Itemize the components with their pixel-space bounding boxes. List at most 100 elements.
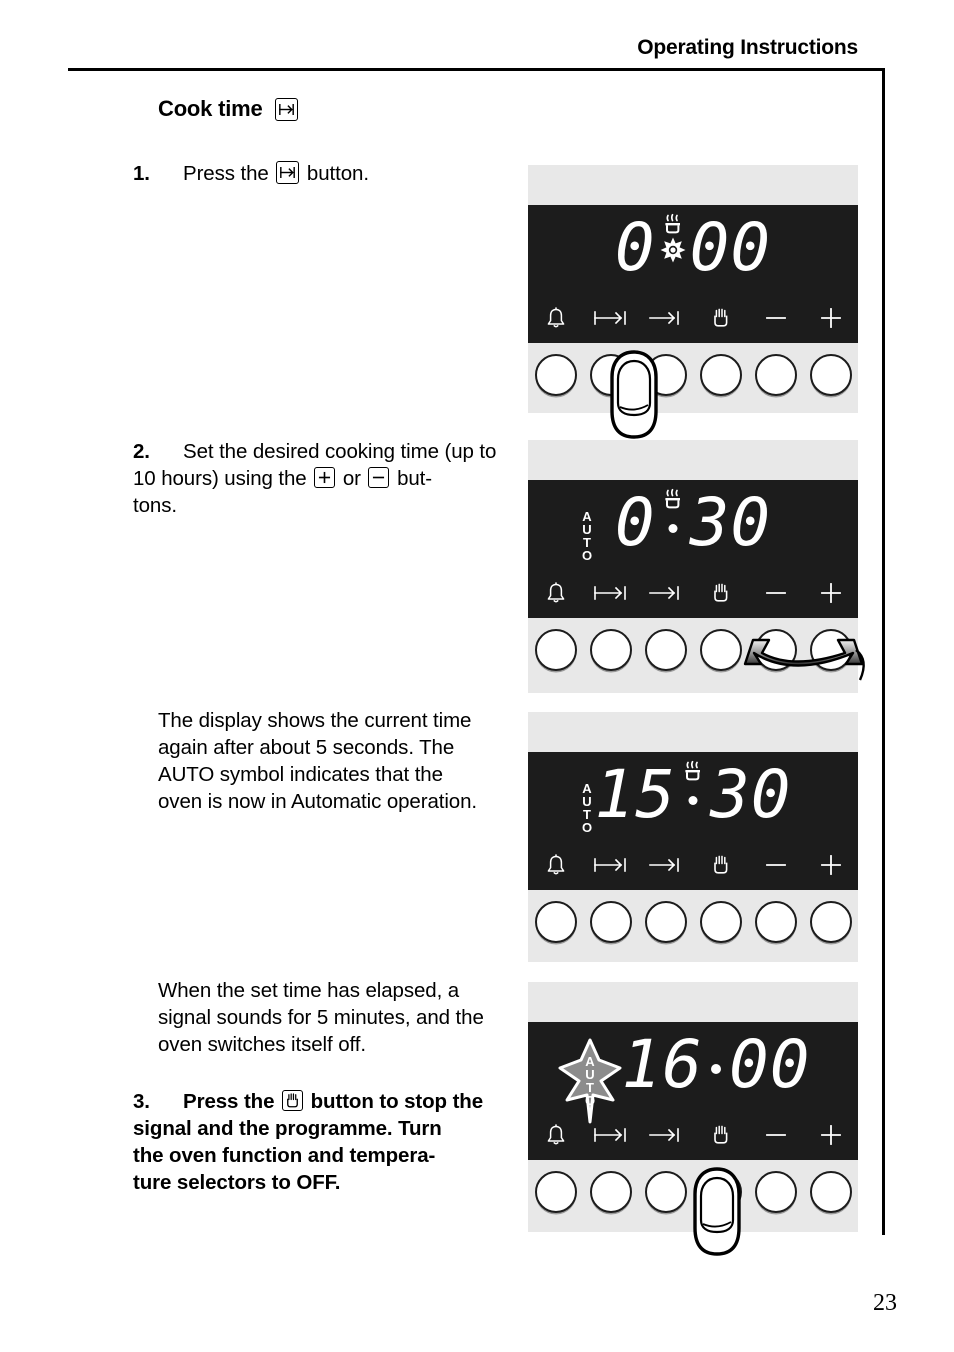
lcd-separator-dot xyxy=(703,1028,729,1102)
panel-icon-row xyxy=(528,578,858,608)
step-2-line-2b: or xyxy=(342,467,361,490)
panel-button-plus[interactable] xyxy=(803,629,858,671)
step-3: 3. Press the button to stop the signal an… xyxy=(133,1088,518,1196)
panel-button-plus[interactable] xyxy=(803,1171,858,1213)
lcd-digit: 5 xyxy=(635,756,676,833)
section-title-text: Cook time xyxy=(158,96,263,121)
step-2-line-3: tons. xyxy=(133,494,177,517)
lcd-digit: 0 xyxy=(614,484,656,561)
panel-button-end-time[interactable] xyxy=(638,1171,693,1213)
steam-pot-icon xyxy=(685,760,700,781)
step-2-line-2c: but- xyxy=(397,467,433,490)
lcd-digit: 0 xyxy=(729,1026,770,1103)
panel-button-row xyxy=(528,1160,858,1256)
panel-display: 0 0 0 xyxy=(528,205,858,343)
note-1-line-2: again after about 5 seconds. The xyxy=(158,736,455,759)
panel-icon-row xyxy=(528,850,858,880)
panel-button-cook-time[interactable] xyxy=(583,629,638,671)
control-panel-figure-1: 0 0 0 xyxy=(528,165,858,439)
lcd-digit: 3 xyxy=(689,484,731,561)
step-3-line-4: ture selectors to OFF. xyxy=(133,1171,341,1194)
heat-burst-icon xyxy=(660,237,686,263)
panel-button-end-time[interactable] xyxy=(638,901,693,943)
lcd-readout: 0 3 0 xyxy=(528,486,858,560)
panel-button-cook-time[interactable] xyxy=(583,1171,638,1213)
lcd-separator-steam-dot xyxy=(656,486,690,560)
bell-icon xyxy=(528,853,583,877)
panel-button-minus[interactable] xyxy=(748,901,803,943)
panel-button-bell[interactable] xyxy=(528,629,583,671)
plus-icon xyxy=(314,467,336,488)
panel-top-strip xyxy=(528,440,858,480)
note-1-line-4: oven is now in Automatic operation. xyxy=(158,790,477,813)
panel-button-row xyxy=(528,343,858,439)
panel-button-cook-time[interactable] xyxy=(583,901,638,943)
panel-button-bell[interactable] xyxy=(528,354,583,396)
plus-icon xyxy=(803,853,858,877)
panel-display: A U T O 1 6 0 0 xyxy=(528,1022,858,1160)
lcd-digit: 0 xyxy=(750,756,792,833)
lcd-digit: 0 xyxy=(614,209,656,286)
plus-icon xyxy=(803,1123,858,1147)
lcd-digit: 3 xyxy=(710,756,751,833)
panel-button-plus[interactable] xyxy=(803,354,858,396)
panel-button-cook-time[interactable] xyxy=(583,354,638,396)
lcd-separator-steam-dot xyxy=(676,758,710,832)
panel-button-bell[interactable] xyxy=(528,901,583,943)
hand-stop-icon xyxy=(693,853,748,877)
panel-button-hand-stop[interactable] xyxy=(693,629,748,671)
panel-button-minus[interactable] xyxy=(748,1171,803,1213)
step-1-number: 1. xyxy=(133,162,150,185)
steam-pot-icon xyxy=(665,213,680,234)
lcd-readout: 1 5 3 0 xyxy=(528,758,858,832)
note-2-line-1: When the set time has elapsed, a xyxy=(158,979,460,1002)
step-1-text-before: Press the xyxy=(183,162,269,185)
panel-button-bell[interactable] xyxy=(528,1171,583,1213)
lcd-digit: 0 xyxy=(730,209,772,286)
panel-icon-row xyxy=(528,303,858,333)
note-2-line-3: oven switches itself off. xyxy=(158,1033,366,1056)
lcd-digit: 1 xyxy=(594,756,636,833)
panel-display: A U T O 1 5 3 0 xyxy=(528,752,858,890)
panel-top-strip xyxy=(528,165,858,205)
step-1: 1. Press the button. xyxy=(133,160,518,187)
step-2-line-1: Set the desired cooking time (up to xyxy=(183,440,497,463)
page-number: 23 xyxy=(873,1290,897,1316)
end-time-icon xyxy=(638,855,693,875)
panel-icon-row xyxy=(528,1120,858,1150)
control-panel-figure-4: A U T O 1 6 0 0 xyxy=(528,982,858,1256)
minus-icon xyxy=(748,855,803,875)
lcd-digit: 0 xyxy=(689,209,731,286)
cook-time-icon xyxy=(276,161,300,184)
cook-time-icon xyxy=(583,308,638,328)
note-2-line-2: signal sounds for 5 minutes, and the xyxy=(158,1006,484,1029)
panel-button-minus[interactable] xyxy=(748,354,803,396)
cook-time-icon xyxy=(583,583,638,603)
panel-button-end-time[interactable] xyxy=(638,354,693,396)
panel-button-row xyxy=(528,618,865,693)
end-time-icon xyxy=(638,308,693,328)
steam-pot-icon xyxy=(665,488,680,509)
panel-top-strip xyxy=(528,982,858,1022)
cook-time-icon xyxy=(583,1125,638,1145)
control-panel-figure-2: A U T O 0 3 0 xyxy=(528,440,865,693)
minus-icon xyxy=(368,467,390,488)
step-3-text-before: Press the xyxy=(183,1090,275,1113)
panel-button-hand-stop[interactable] xyxy=(693,1171,748,1213)
lcd-readout: 0 0 0 xyxy=(528,211,858,285)
bell-icon xyxy=(528,1123,583,1147)
panel-button-hand-stop[interactable] xyxy=(693,901,748,943)
minus-icon xyxy=(748,1125,803,1145)
panel-button-end-time[interactable] xyxy=(638,629,693,671)
end-time-icon xyxy=(638,1125,693,1145)
step-1-text-after: button. xyxy=(306,162,369,185)
step-2: 2. Set the desired cooking time (up to 10… xyxy=(133,438,518,519)
panel-button-hand-stop[interactable] xyxy=(693,354,748,396)
end-time-icon xyxy=(638,583,693,603)
plus-icon xyxy=(803,306,858,330)
note-2: When the set time has elapsed, a signal … xyxy=(158,977,518,1058)
step-3-line-1-after: button to stop the xyxy=(310,1090,484,1113)
step-3-line-3: the oven function and tempera- xyxy=(133,1144,436,1167)
panel-button-plus[interactable] xyxy=(803,901,858,943)
panel-button-minus[interactable] xyxy=(748,629,803,671)
